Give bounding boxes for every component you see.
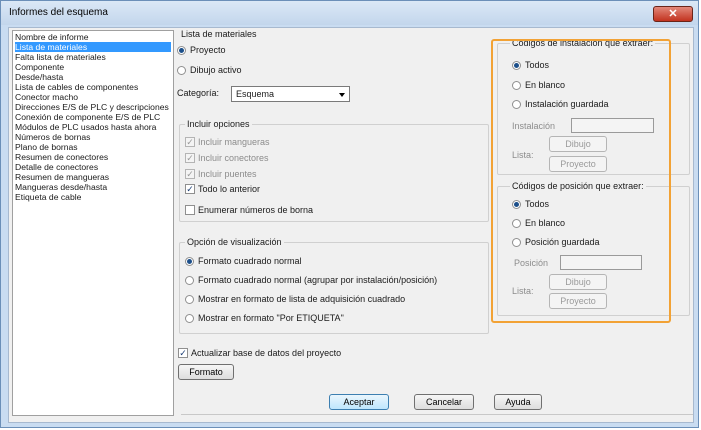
close-button[interactable]: ✕ (653, 6, 693, 22)
bom-group-title: Lista de materiales (181, 29, 257, 39)
list-item[interactable]: Direcciones E/S de PLC y descripciones (15, 102, 171, 112)
list-item[interactable]: Módulos de PLC usados hasta ahora (15, 122, 171, 132)
check-icon: ✓ (186, 137, 194, 147)
chevron-down-icon (339, 93, 345, 97)
formato-button[interactable]: Formato (178, 364, 234, 380)
list-item[interactable]: Desde/hasta (15, 72, 171, 82)
display-option-1-radio[interactable] (185, 257, 194, 266)
incluir-mangueras-checkbox[interactable]: ✓ (185, 137, 195, 147)
report-list[interactable]: Nombre de informe Lista de materiales Fa… (12, 30, 174, 416)
display-option-4-radio[interactable] (185, 314, 194, 323)
display-option-3-radio[interactable] (185, 295, 194, 304)
list-item[interactable]: Resumen de conectores (15, 152, 171, 162)
ayuda-button[interactable]: Ayuda (494, 394, 542, 410)
check-icon: ✓ (186, 169, 194, 179)
list-item[interactable]: Detalle de conectores (15, 162, 171, 172)
include-options-title: Incluir opciones (185, 119, 252, 129)
display-option-3-label: Mostrar en formato de lista de adquisici… (198, 294, 406, 304)
proyecto-label: Proyecto (190, 45, 226, 55)
title-bar: Informes del esquema ✕ (1, 1, 698, 25)
incluir-mangueras-label: Incluir mangueras (198, 137, 270, 147)
check-icon: ✓ (179, 348, 187, 358)
list-item[interactable]: Mangueras desde/hasta (15, 182, 171, 192)
bottom-separator (181, 414, 693, 415)
proyecto-radio[interactable] (177, 46, 186, 55)
dialog-client: Nombre de informe Lista de materiales Fa… (8, 27, 694, 423)
list-item[interactable]: Lista de cables de componentes (15, 82, 171, 92)
aceptar-button[interactable]: Aceptar (329, 394, 389, 410)
dibujo-activo-radio[interactable] (177, 66, 186, 75)
actualizar-checkbox[interactable]: ✓ (178, 348, 188, 358)
todo-lo-anterior-label: Todo lo anterior (198, 184, 261, 194)
list-item[interactable]: Lista de materiales (15, 42, 171, 52)
todo-lo-anterior-checkbox[interactable]: ✓ (185, 184, 195, 194)
cancelar-button[interactable]: Cancelar (414, 394, 474, 410)
list-item[interactable]: Conexión de componente E/S de PLC (15, 112, 171, 122)
categoria-dropdown[interactable]: Esquema (231, 86, 350, 102)
enumerar-label: Enumerar números de borna (198, 205, 314, 215)
dialog-window: Informes del esquema ✕ Nombre de informe… (0, 0, 699, 428)
display-option-2-radio[interactable] (185, 276, 194, 285)
display-option-2-label: Formato cuadrado normal (agrupar por ins… (198, 275, 438, 285)
highlight-frame (491, 39, 671, 323)
list-item[interactable]: Plano de bornas (15, 142, 171, 152)
actualizar-label: Actualizar base de datos del proyecto (191, 348, 342, 358)
window-title: Informes del esquema (9, 7, 108, 18)
list-item[interactable]: Etiqueta de cable (15, 192, 171, 202)
categoria-label: Categoría: (177, 88, 220, 98)
list-item[interactable]: Falta lista de materiales (15, 52, 171, 62)
enumerar-checkbox[interactable] (185, 205, 195, 215)
incluir-conectores-checkbox[interactable]: ✓ (185, 153, 195, 163)
display-option-1-label: Formato cuadrado normal (198, 256, 302, 266)
report-list-header: Nombre de informe (15, 32, 89, 42)
list-item[interactable]: Números de bornas (15, 132, 171, 142)
list-item[interactable]: Resumen de mangueras (15, 172, 171, 182)
display-options-title: Opción de visualización (185, 237, 284, 247)
display-option-4-label: Mostrar en formato "Por ETIQUETA" (198, 313, 344, 323)
check-icon: ✓ (186, 153, 194, 163)
incluir-puentes-checkbox[interactable]: ✓ (185, 169, 195, 179)
incluir-conectores-label: Incluir conectores (198, 153, 269, 163)
list-item[interactable]: Conector macho (15, 92, 171, 102)
list-item[interactable]: Componente (15, 62, 171, 72)
close-icon: ✕ (668, 8, 678, 20)
categoria-value: Esquema (236, 89, 275, 99)
incluir-puentes-label: Incluir puentes (198, 169, 257, 179)
check-icon: ✓ (186, 184, 194, 194)
dibujo-activo-label: Dibujo activo (190, 65, 242, 75)
